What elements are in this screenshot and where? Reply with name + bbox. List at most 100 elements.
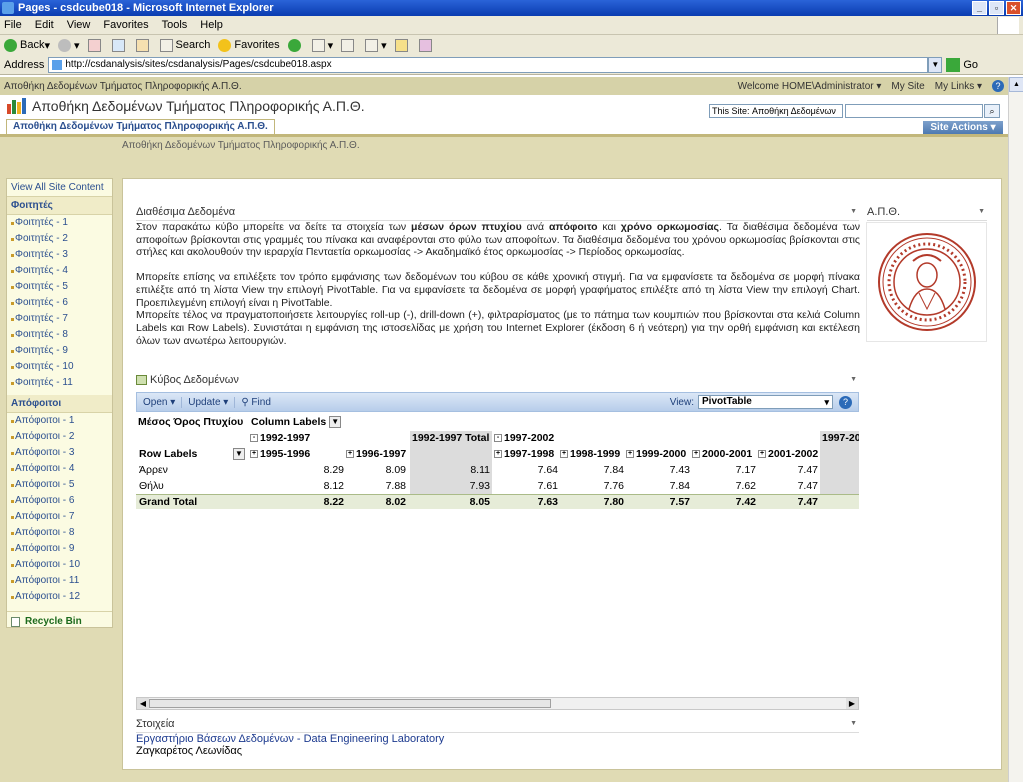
scroll-left-icon[interactable]: ◀: [137, 698, 149, 709]
expand-year-7-button[interactable]: +: [758, 450, 766, 459]
nav-item-graduates-5[interactable]: Απόφοιτοι - 5: [7, 477, 112, 493]
history-button[interactable]: [287, 38, 304, 52]
star-icon: [218, 38, 232, 52]
nav-item-graduates-9[interactable]: Απόφοιτοι - 9: [7, 541, 112, 557]
view-all-site-content-link[interactable]: View All Site Content: [7, 179, 112, 197]
expand-year-3-button[interactable]: +: [494, 450, 502, 459]
my-site-link[interactable]: My Site: [891, 81, 924, 92]
address-dropdown-icon[interactable]: ▼: [928, 56, 943, 73]
table-cell: 7.47: [797, 464, 818, 476]
search-button[interactable]: Search: [159, 38, 210, 52]
welcome-menu[interactable]: Welcome HOME\Administrator ▾: [738, 81, 882, 92]
mail-button[interactable]: ▾: [311, 38, 333, 52]
go-button[interactable]: Go: [946, 57, 978, 72]
nav-item-students-6[interactable]: Φοιτητές - 6: [7, 295, 112, 311]
scroll-right-icon[interactable]: ▶: [846, 698, 858, 709]
menu-favorites[interactable]: Favorites: [103, 19, 148, 31]
nav-item-students-1[interactable]: Φοιτητές - 1: [7, 215, 112, 231]
scroll-up-icon[interactable]: ▲: [1009, 77, 1023, 92]
collapse-period-2-button[interactable]: -: [494, 434, 502, 443]
column-labels-filter-button[interactable]: ▼: [329, 416, 342, 429]
nav-item-graduates-12[interactable]: Απόφοιτοι - 12: [7, 589, 112, 605]
nav-item-graduates-2[interactable]: Απόφοιτοι - 2: [7, 429, 112, 445]
site-title[interactable]: Αποθήκη Δεδομένων Τμήματος Πληροφορικής …: [32, 98, 365, 114]
collapse-period-1-button[interactable]: -: [250, 434, 258, 443]
nav-item-graduates-11[interactable]: Απόφοιτοι - 11: [7, 573, 112, 589]
menu-view[interactable]: View: [67, 19, 91, 31]
nav-item-graduates-3[interactable]: Απόφοιτοι - 3: [7, 445, 112, 461]
nav-item-students-7[interactable]: Φοιτητές - 7: [7, 311, 112, 327]
nav-item-graduates-10[interactable]: Απόφοιτοι - 10: [7, 557, 112, 573]
search-icon: [159, 38, 173, 52]
nav-item-students-11[interactable]: Φοιτητές - 11: [7, 375, 112, 391]
measure-label: Μέσος Όρος Πτυχίου: [138, 416, 244, 428]
table-cell: 7.42: [735, 496, 756, 508]
close-button[interactable]: ✕: [1006, 1, 1021, 15]
nav-item-graduates-6[interactable]: Απόφοιτοι - 6: [7, 493, 112, 509]
menu-edit[interactable]: Edit: [35, 19, 54, 31]
minimize-button[interactable]: _: [972, 1, 987, 15]
scroll-thumb[interactable]: [149, 699, 551, 708]
recycle-bin-link[interactable]: Recycle Bin: [7, 611, 112, 631]
nav-item-graduates-7[interactable]: Απόφοιτοι - 7: [7, 509, 112, 525]
nav-item-students-4[interactable]: Φοιτητές - 4: [7, 263, 112, 279]
edit-button[interactable]: ▾: [365, 38, 387, 52]
nav-item-students-5[interactable]: Φοιτητές - 5: [7, 279, 112, 295]
site-search-go-icon[interactable]: ⌕: [984, 104, 1000, 118]
nav-item-graduates-4[interactable]: Απόφοιτοι - 4: [7, 461, 112, 477]
open-menu[interactable]: Open ▾: [137, 396, 183, 408]
find-button[interactable]: ⚲ Find: [235, 397, 277, 408]
tab-home[interactable]: Αποθήκη Δεδομένων Τμήματος Πληροφορικής …: [6, 119, 275, 134]
home-button[interactable]: [135, 38, 152, 52]
back-arrow-icon: [4, 38, 17, 52]
research-button[interactable]: [418, 38, 435, 52]
webpart-menu-icon[interactable]: ▼: [978, 208, 985, 215]
menu-tools[interactable]: Tools: [162, 19, 188, 31]
menu-file[interactable]: File: [4, 19, 22, 31]
expand-year-1-button[interactable]: +: [250, 450, 258, 459]
menu-help[interactable]: Help: [200, 19, 223, 31]
webpart-title-seal: Α.Π.Θ. ▼: [867, 206, 987, 221]
breadcrumb[interactable]: Αποθήκη Δεδομένων Τμήματος Πληροφορικής …: [122, 140, 360, 151]
nav-item-students-8[interactable]: Φοιτητές - 8: [7, 327, 112, 343]
restore-button[interactable]: ▫: [989, 1, 1004, 15]
update-menu[interactable]: Update ▾: [182, 396, 236, 408]
ie-icon: [2, 2, 14, 14]
global-site-link[interactable]: Αποθήκη Δεδομένων Τμήματος Πληροφορικής …: [4, 81, 242, 92]
nav-item-students-3[interactable]: Φοιτητές - 3: [7, 247, 112, 263]
pivot-help-icon[interactable]: ?: [839, 395, 852, 409]
refresh-icon: [111, 38, 125, 52]
favorites-button[interactable]: Favorites: [218, 38, 280, 52]
view-select[interactable]: PivotTable: [698, 395, 833, 409]
stop-button[interactable]: [87, 38, 104, 52]
expand-year-2-button[interactable]: +: [346, 450, 354, 459]
address-input[interactable]: http://csdanalysis/sites/csdanalysis/Pag…: [48, 56, 929, 73]
expand-year-5-button[interactable]: +: [626, 450, 634, 459]
expand-year-4-button[interactable]: +: [560, 450, 568, 459]
nav-header-students[interactable]: Φοιτητές: [7, 197, 112, 215]
row-labels-filter-button[interactable]: ▼: [233, 447, 245, 462]
site-actions-menu[interactable]: Site Actions ▾: [923, 121, 1003, 134]
webpart-menu-icon[interactable]: ▼: [850, 720, 857, 727]
back-button[interactable]: Back ▾: [4, 38, 50, 52]
webpart-menu-icon[interactable]: ▼: [850, 208, 857, 215]
nav-item-graduates-1[interactable]: Απόφοιτοι - 1: [7, 413, 112, 429]
print-button[interactable]: [341, 38, 357, 52]
nav-item-graduates-8[interactable]: Απόφοιτοι - 8: [7, 525, 112, 541]
expand-year-6-button[interactable]: +: [692, 450, 700, 459]
nav-header-graduates[interactable]: Απόφοιτοι: [7, 395, 112, 413]
search-scope-select[interactable]: This Site: Αποθήκη Δεδομένων: [709, 104, 843, 118]
nav-item-students-2[interactable]: Φοιτητές - 2: [7, 231, 112, 247]
pivot-horizontal-scrollbar[interactable]: ◀ ▶: [136, 697, 859, 710]
webpart-menu-icon[interactable]: ▼: [850, 376, 857, 383]
refresh-button[interactable]: [111, 38, 128, 52]
help-icon[interactable]: ?: [992, 80, 1004, 92]
my-links-menu[interactable]: My Links ▾: [935, 81, 982, 92]
lab-link[interactable]: Εργαστήριο Βάσεων Δεδομένων - Data Engin…: [136, 733, 444, 745]
forward-button[interactable]: ▾: [58, 38, 80, 52]
nav-item-students-9[interactable]: Φοιτητές - 9: [7, 343, 112, 359]
page-vertical-scrollbar[interactable]: ▲: [1008, 77, 1023, 782]
nav-item-students-10[interactable]: Φοιτητές - 10: [7, 359, 112, 375]
folder-button[interactable]: [394, 38, 411, 52]
site-search-input[interactable]: [845, 104, 983, 118]
